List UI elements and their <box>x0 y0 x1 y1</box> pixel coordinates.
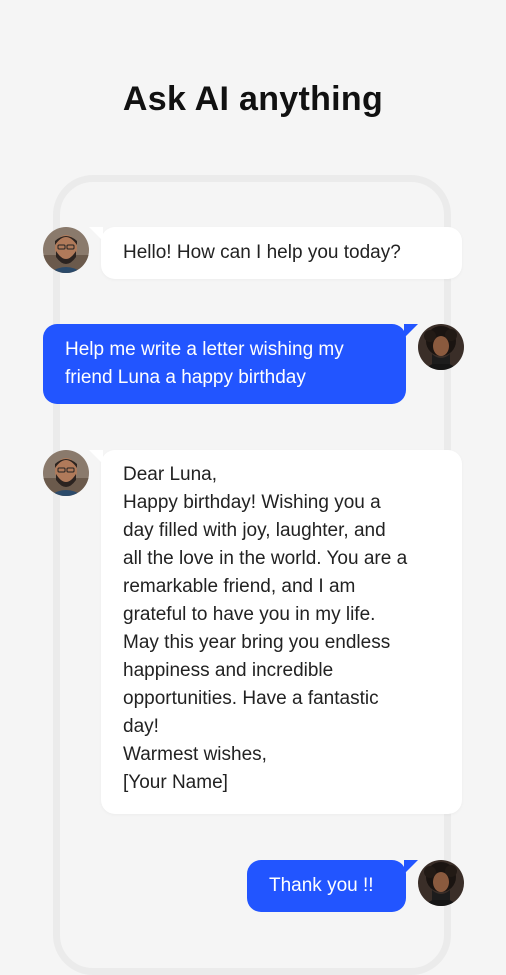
user-avatar <box>418 860 464 906</box>
user-message-text: Help me write a letter wishing my <box>65 339 344 360</box>
ai-message-bubble: Hello! How can I help you today? <box>89 227 462 279</box>
ai-message-bubble: Dear Luna, Happy birthday! Wishing you a… <box>89 450 462 814</box>
ai-letter-line: opportunities. Have a fantastic <box>123 688 379 709</box>
ai-avatar <box>43 450 89 496</box>
user-message-bubble: Thank you !! <box>247 860 418 912</box>
ai-letter-line: remarkable friend, and I am <box>123 576 356 597</box>
ai-letter-line: May this year bring you endless <box>123 632 391 653</box>
user-message-text: friend Luna a happy birthday <box>65 367 306 388</box>
ai-letter-line: day filled with joy, laughter, and <box>123 520 386 541</box>
ai-avatar <box>43 227 89 273</box>
ai-letter-line: Warmest wishes, <box>123 744 267 765</box>
ai-letter-line: Happy birthday! Wishing you a <box>123 492 381 513</box>
ai-letter-line: all the love in the world. You are a <box>123 548 408 569</box>
user-message-text: Thank you !! <box>269 875 374 896</box>
ai-letter-line: happiness and incredible <box>123 660 334 681</box>
ai-message-text: Hello! How can I help you today? <box>123 242 401 263</box>
ai-letter-line: [Your Name] <box>123 772 228 793</box>
page-headline: Ask AI anything <box>122 80 384 118</box>
ai-letter-line: Dear Luna, <box>123 464 218 485</box>
ai-letter-line: grateful to have you in my life. <box>123 604 376 625</box>
ai-letter-line: day! <box>123 716 159 737</box>
user-message-bubble: Help me write a letter wishing my friend… <box>43 324 418 404</box>
user-avatar <box>418 324 464 370</box>
